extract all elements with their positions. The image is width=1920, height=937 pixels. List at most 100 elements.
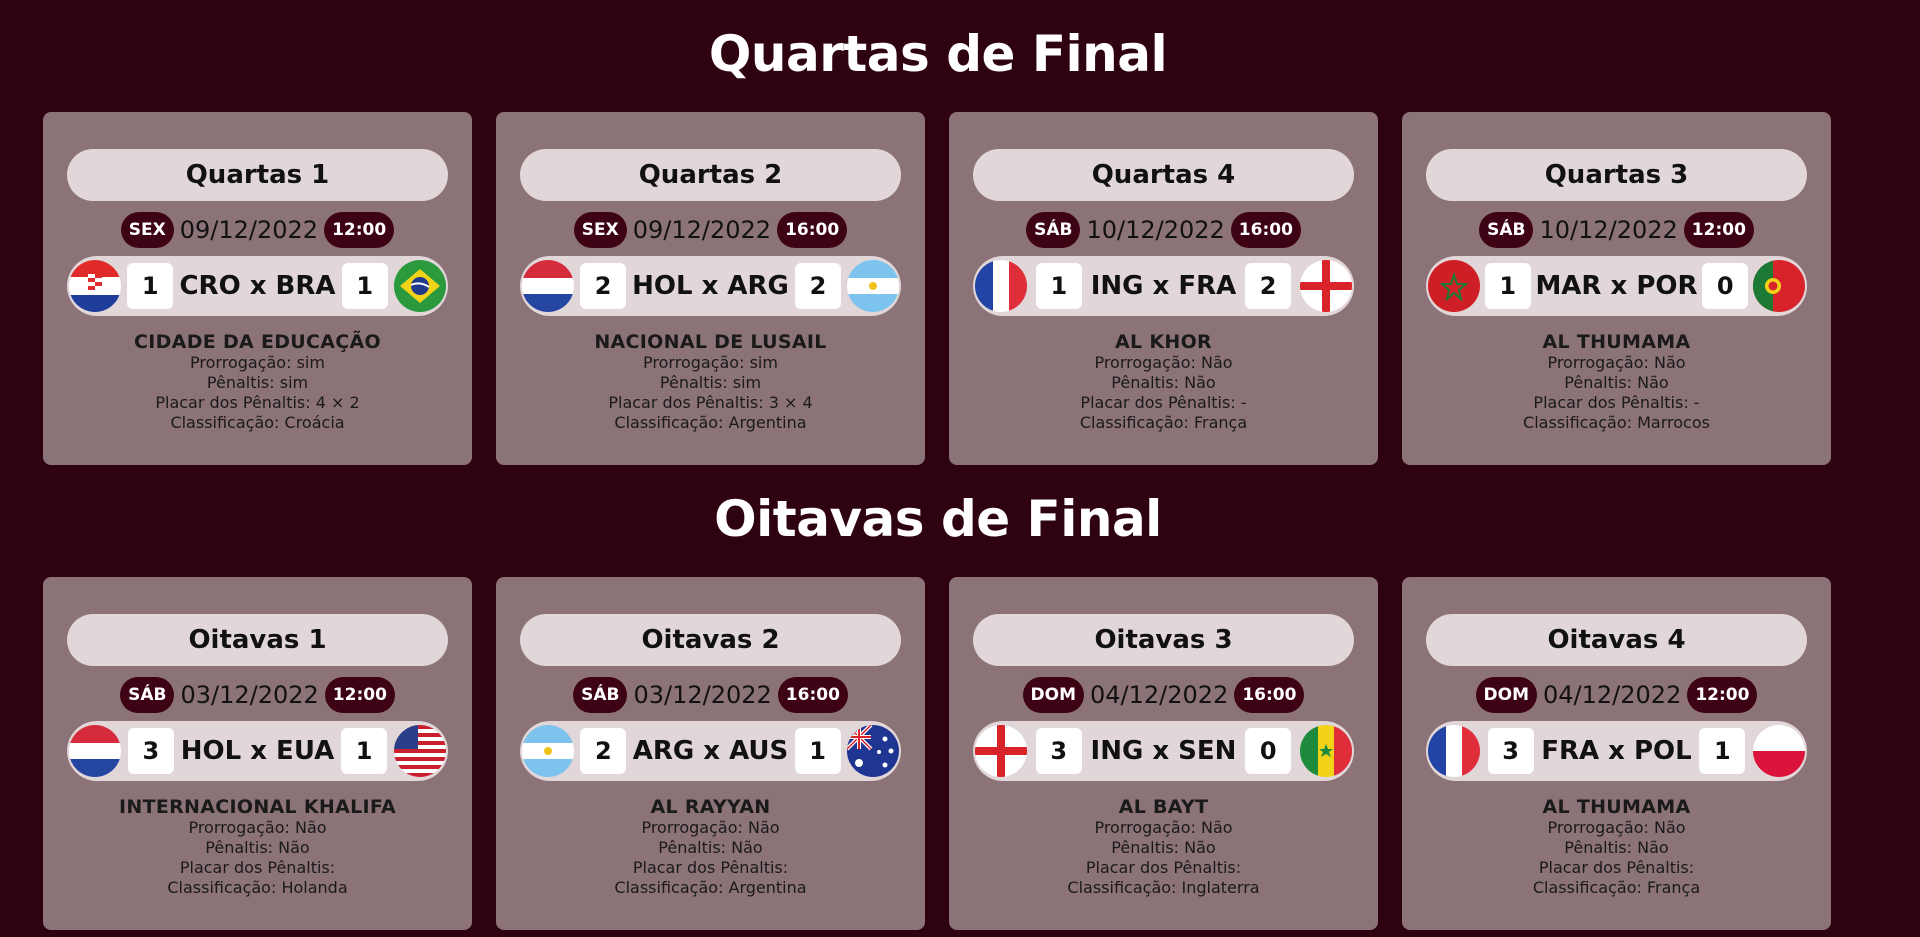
penalties-info: Pênaltis: Não (1111, 373, 1216, 392)
score-row: 3 ING x SEN 0 (973, 721, 1354, 781)
match-card-oitavas-4[interactable]: Oitavas 4 DOM 04/12/2022 12:00 3 FRA x P… (1402, 577, 1831, 930)
home-score: 2 (580, 263, 627, 309)
penalty-score-info: Placar dos Pênaltis: - (1080, 393, 1247, 412)
teams-label: ARG x AUS (632, 736, 789, 766)
match-date: 03/12/2022 (180, 681, 319, 709)
penalty-score-info: Placar dos Pênaltis: 4 × 2 (155, 393, 360, 412)
france-flag-icon (1428, 725, 1480, 777)
match-date-row: SÁB 10/12/2022 16:00 (1026, 212, 1301, 248)
qualified-team-info: Classificação: Argentina (614, 413, 807, 432)
teams-label: MAR x POR (1535, 271, 1698, 301)
extra-time-info: Prorrogação: Não (1547, 353, 1686, 372)
match-card-oitavas-1[interactable]: Oitavas 1 SÁB 03/12/2022 12:00 3 HOL x E… (43, 577, 472, 930)
penalties-info: Pênaltis: sim (206, 373, 309, 392)
extra-time-info: Prorrogação: Não (641, 818, 780, 837)
match-card-quartas-3[interactable]: Quartas 3 SÁB 10/12/2022 12:00 1 MAR x P… (1402, 112, 1831, 465)
extra-time-info: Prorrogação: sim (643, 353, 778, 372)
teams-label: HOL x EUA (180, 736, 335, 766)
match-time-badge: 16:00 (1230, 212, 1301, 248)
match-time-badge: 16:00 (777, 212, 848, 248)
weekday-badge: DOM (1475, 677, 1538, 713)
match-date: 10/12/2022 (1086, 216, 1225, 244)
weekday-badge: SÁB (573, 677, 628, 713)
match-title: Oitavas 3 (973, 614, 1354, 666)
match-date: 04/12/2022 (1543, 681, 1682, 709)
match-date-row: SEX 09/12/2022 12:00 (120, 212, 395, 248)
teams-label: CRO x BRA (179, 271, 336, 301)
match-title: Quartas 1 (67, 149, 448, 201)
match-time-badge: 16:00 (1234, 677, 1305, 713)
match-date: 04/12/2022 (1090, 681, 1229, 709)
netherlands-flag-icon (69, 725, 121, 777)
away-score: 2 (794, 263, 841, 309)
stadium-name: AL KHOR (1115, 331, 1212, 353)
penalty-score-info: Placar dos Pênaltis: (1085, 858, 1242, 877)
match-time-badge: 12:00 (324, 212, 395, 248)
match-card-quartas-4[interactable]: Quartas 4 SÁB 10/12/2022 16:00 1 ING x F… (949, 112, 1378, 465)
match-card-oitavas-3[interactable]: Oitavas 3 DOM 04/12/2022 16:00 3 ING x S… (949, 577, 1378, 930)
teams-label: ING x SEN (1090, 736, 1237, 766)
teams-label: HOL x ARG (632, 271, 789, 301)
argentina-flag-icon (846, 260, 899, 312)
extra-time-info: Prorrogação: sim (190, 353, 325, 372)
match-card-quartas-1[interactable]: Quartas 1 SEX 09/12/2022 12:00 1 CRO x B… (43, 112, 472, 465)
match-card-quartas-2[interactable]: Quartas 2 SEX 09/12/2022 16:00 2 HOL x A… (496, 112, 925, 465)
weekday-badge: SÁB (1026, 212, 1081, 248)
usa-flag-icon (394, 725, 446, 777)
match-date: 03/12/2022 (633, 681, 772, 709)
stadium-name: NACIONAL DE LUSAIL (594, 331, 827, 353)
home-score: 2 (580, 728, 627, 774)
qualified-team-info: Classificação: Argentina (614, 878, 807, 897)
match-date-row: SÁB 10/12/2022 12:00 (1479, 212, 1754, 248)
stadium-name: AL THUMAMA (1542, 331, 1691, 353)
away-score: 2 (1245, 263, 1292, 309)
match-time-badge: 12:00 (1683, 212, 1754, 248)
teams-label: ING x FRA (1090, 271, 1237, 301)
match-card-oitavas-2[interactable]: Oitavas 2 SÁB 03/12/2022 16:00 2 ARG x A… (496, 577, 925, 930)
quartas-grid: Quartas 1 SEX 09/12/2022 12:00 1 CRO x B… (43, 112, 1831, 465)
extra-time-info: Prorrogação: Não (1094, 818, 1233, 837)
match-date-row: SEX 09/12/2022 16:00 (573, 212, 848, 248)
croatia-flag-icon (69, 260, 121, 312)
match-date: 09/12/2022 (632, 216, 772, 244)
home-score: 3 (1487, 728, 1534, 774)
match-title: Quartas 2 (520, 149, 901, 201)
match-date-row: DOM 04/12/2022 12:00 (1475, 677, 1758, 713)
score-row: 2 HOL x ARG 2 (520, 256, 901, 316)
match-title: Oitavas 4 (1426, 614, 1807, 666)
qualified-team-info: Classificação: França (1079, 413, 1248, 432)
stadium-name: AL THUMAMA (1542, 796, 1691, 818)
weekday-badge: SÁB (1479, 212, 1534, 248)
stadium-name: AL BAYT (1118, 796, 1209, 818)
score-row: 1 CRO x BRA 1 (67, 256, 448, 316)
match-date: 09/12/2022 (179, 216, 319, 244)
poland-flag-icon (1752, 725, 1805, 777)
extra-time-info: Prorrogação: Não (188, 818, 327, 837)
penalties-info: Pênaltis: Não (658, 838, 763, 857)
home-score: 1 (1484, 263, 1531, 309)
england-flag-icon (1300, 260, 1352, 312)
section-title-quartas: Quartas de Final (708, 25, 1168, 83)
penalty-score-info: Placar dos Pênaltis: 3 × 4 (608, 393, 813, 412)
stadium-name: CIDADE DA EDUCAÇÃO (134, 331, 381, 353)
australia-flag-icon (846, 725, 899, 777)
score-row: 1 MAR x POR 0 (1426, 256, 1807, 316)
score-row: 1 ING x FRA 2 (973, 256, 1354, 316)
penalties-info: Pênaltis: Não (205, 838, 310, 857)
qualified-team-info: Classificação: França (1532, 878, 1701, 897)
netherlands-flag-icon (522, 260, 574, 312)
match-date-row: SÁB 03/12/2022 16:00 (573, 677, 848, 713)
qualified-team-info: Classificação: Holanda (167, 878, 348, 897)
weekday-badge: SEX (120, 212, 174, 248)
score-row: 3 HOL x EUA 1 (67, 721, 448, 781)
stadium-name: INTERNACIONAL KHALIFA (119, 796, 396, 818)
match-time-badge: 16:00 (777, 677, 848, 713)
penalty-score-info: Placar dos Pênaltis: (179, 858, 336, 877)
away-score: 1 (341, 728, 388, 774)
england-flag-icon (975, 725, 1027, 777)
home-score: 1 (1035, 263, 1082, 309)
match-time-badge: 12:00 (324, 677, 395, 713)
weekday-badge: DOM (1022, 677, 1085, 713)
match-title: Oitavas 1 (67, 614, 448, 666)
penalties-info: Pênaltis: Não (1564, 373, 1669, 392)
